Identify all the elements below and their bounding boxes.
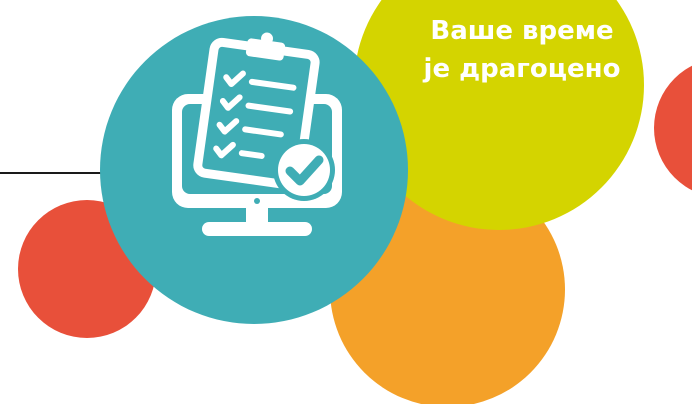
headline-line-1: Ваше време — [430, 16, 614, 46]
check-badge-icon — [273, 139, 335, 201]
red-circle-right — [654, 58, 692, 198]
survey-monitor-icon — [158, 30, 358, 270]
headline-line-2: је драгоцено — [423, 54, 621, 84]
horizontal-rule — [0, 172, 110, 174]
headline: Ваше време је драгоцено — [392, 12, 652, 88]
promo-banner: Ваше време је драгоцено — [0, 0, 692, 404]
